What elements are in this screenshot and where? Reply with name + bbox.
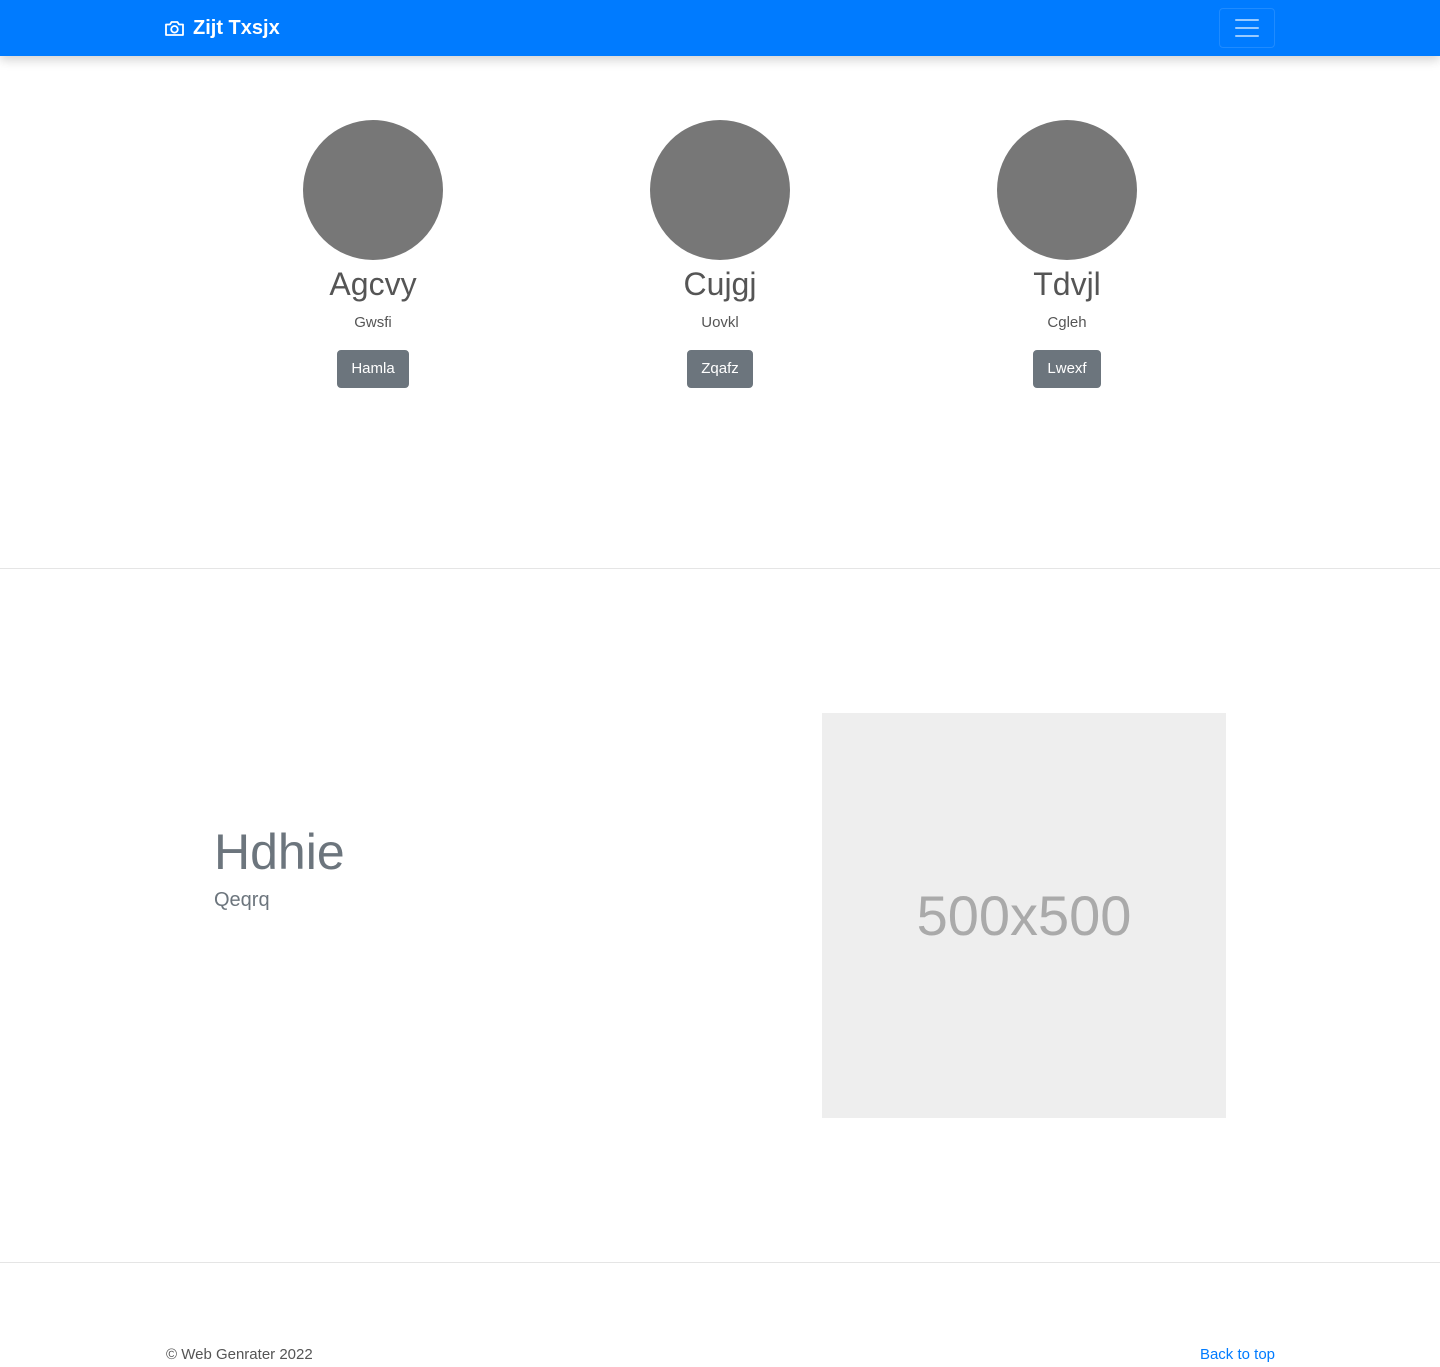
avatar — [997, 120, 1137, 260]
avatar — [303, 120, 443, 260]
member-name: Tdvjl — [1033, 266, 1101, 302]
team-member-card: Cujgj Uovkl Zqafz — [570, 120, 870, 388]
footer-copyright: © Web Genrater 2022 — [166, 1346, 313, 1363]
member-subtitle: Uovkl — [701, 314, 739, 331]
member-button[interactable]: Lwexf — [1033, 350, 1101, 388]
member-button[interactable]: Hamla — [337, 350, 409, 388]
navbar-toggler-button[interactable] — [1219, 8, 1275, 48]
brand-title: Zijt Txsjx — [193, 16, 280, 39]
feature-image-placeholder: 500x500 — [822, 713, 1226, 1118]
section-divider — [0, 1262, 1440, 1263]
member-name: Cujgj — [683, 266, 757, 302]
placeholder-label: 500x500 — [916, 884, 1132, 947]
navbar: Zijt Txsjx — [0, 0, 1440, 56]
camera-icon — [164, 18, 185, 38]
avatar — [650, 120, 790, 260]
feature-heading: Hdhie — [214, 824, 345, 880]
member-subtitle: Cgleh — [1047, 314, 1087, 331]
team-section: Agcvy Gwsfi Hamla Cujgj Uovkl Zqafz Tdvj… — [0, 56, 1440, 568]
brand-link[interactable]: Zijt Txsjx — [164, 14, 280, 42]
back-to-top-link[interactable]: Back to top — [1200, 1345, 1275, 1365]
team-member-card: Tdvjl Cgleh Lwexf — [917, 120, 1217, 388]
member-subtitle: Gwsfi — [354, 314, 392, 331]
team-member-card: Agcvy Gwsfi Hamla — [223, 120, 523, 388]
section-divider — [0, 568, 1440, 569]
member-button[interactable]: Zqafz — [687, 350, 753, 388]
hamburger-icon — [1235, 19, 1259, 37]
member-name: Agcvy — [329, 266, 417, 302]
feature-lead: Qeqrq — [214, 889, 270, 911]
